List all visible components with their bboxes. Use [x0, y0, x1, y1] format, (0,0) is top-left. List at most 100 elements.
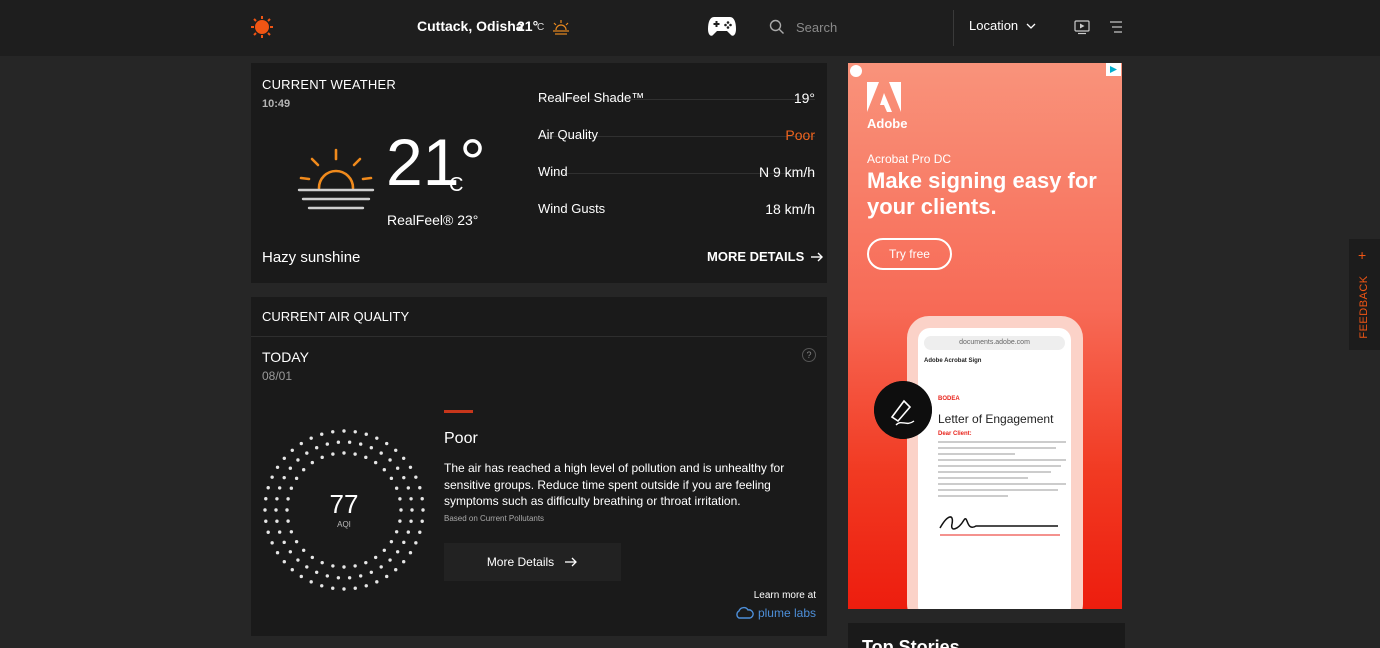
- location-dropdown-button[interactable]: Location: [969, 18, 1036, 33]
- ad-doc-title: Letter of Engagement: [938, 412, 1054, 426]
- aqi-ring-dot: [288, 550, 293, 554]
- aqi-ring-dot: [301, 467, 306, 472]
- aqi-ring-dot: [309, 436, 313, 440]
- accuweather-logo-icon[interactable]: [250, 15, 274, 39]
- detail-row-air-quality[interactable]: Air Quality Poor: [538, 100, 815, 143]
- aqi-ring-dot: [294, 476, 299, 481]
- aqi-ring-dot: [309, 580, 313, 584]
- aqi-ring-dot: [331, 430, 335, 434]
- aqi-ring-dot: [289, 486, 294, 490]
- aqi-ring-dot: [409, 497, 413, 501]
- aqi-ring-dot: [266, 486, 270, 490]
- aqi-ring-dot: [406, 530, 411, 534]
- aqi-ring-dot: [336, 576, 341, 580]
- button-label: More Details: [486, 555, 555, 569]
- chevron-down-icon: [1026, 23, 1036, 29]
- aqi-ring-dot: [342, 565, 346, 569]
- hamburger-menu-icon[interactable]: [1109, 20, 1123, 34]
- aqi-ring-dot: [331, 564, 335, 568]
- aqi-ring-dot: [325, 442, 330, 446]
- aqi-ring-dot: [342, 429, 346, 433]
- current-location-name[interactable]: Cuttack, Odisha: [417, 18, 524, 34]
- ad-app-header: Adobe Acrobat Sign: [924, 358, 982, 364]
- aqi-ring-dot: [290, 568, 294, 572]
- aqi-category-bar: [444, 410, 473, 413]
- aqi-ring-dot: [409, 519, 413, 523]
- feedback-label: FEEDBACK: [1358, 275, 1370, 339]
- plume-labs-link[interactable]: plume labs: [734, 606, 816, 620]
- aqi-ring-dot: [402, 560, 406, 564]
- aqi-ring-dot: [420, 497, 424, 501]
- aqi-ring-dot: [305, 451, 309, 455]
- aqi-unit: AQI: [337, 520, 351, 529]
- aqi-ring-dot: [331, 586, 335, 590]
- card-divider: [251, 336, 827, 337]
- detail-label: Wind Gusts: [538, 201, 606, 216]
- plume-labs-label: plume labs: [757, 606, 816, 620]
- aqi-ring-dot: [347, 440, 352, 444]
- top-stories-heading: Top Stories: [862, 637, 960, 648]
- aqi-ring-dot: [394, 448, 398, 452]
- aqi-ring-dot: [414, 541, 418, 545]
- help-icon[interactable]: ?: [802, 348, 816, 362]
- aqi-ring-dot: [353, 586, 357, 590]
- aqi-ring-dot: [296, 458, 300, 462]
- ad-choices-icon[interactable]: [850, 65, 862, 77]
- header-temperature-unit: C: [537, 22, 545, 33]
- aqi-ring-dot: [282, 475, 286, 480]
- aqi-ring-dot: [406, 486, 411, 490]
- arrow-right-icon: [811, 252, 824, 261]
- aqi-category: Poor: [444, 430, 478, 447]
- aqi-ring-dot: [266, 530, 270, 534]
- ad-doc-brand: BODEA: [938, 396, 960, 402]
- aqi-ring-dot: [369, 570, 374, 574]
- aqi-ring-dot: [286, 519, 290, 523]
- aqi-ring-dot: [282, 560, 286, 564]
- aqi-ring-dot: [388, 458, 392, 462]
- aqi-ring-dot: [264, 519, 268, 523]
- current-weather-card[interactable]: CURRENT WEATHER 10:49 21° C RealFeel® 23…: [251, 63, 827, 283]
- more-details-link[interactable]: MORE DETAILS: [707, 249, 824, 264]
- aqi-ring-dot: [395, 550, 400, 554]
- header-divider: [953, 10, 954, 46]
- ad-info-icon[interactable]: [1106, 63, 1121, 76]
- aqi-ring-dot: [289, 530, 294, 534]
- cloud-icon: [736, 606, 754, 619]
- aqi-ring-dot: [275, 497, 279, 501]
- aqi-ring-dot: [408, 551, 413, 555]
- video-icon[interactable]: [1074, 19, 1090, 35]
- game-controller-icon[interactable]: [707, 13, 737, 39]
- aqi-ring-dot: [402, 540, 406, 545]
- top-stories-card: Top Stories: [848, 623, 1125, 648]
- aqi-ring-dot: [347, 576, 352, 580]
- adobe-logo-icon: [867, 82, 901, 112]
- aqi-ring-dot: [310, 555, 315, 560]
- aqi-ring-dot: [274, 508, 278, 512]
- aqi-ring-dot: [275, 519, 279, 523]
- header-temperature[interactable]: 21°: [517, 18, 538, 34]
- aqi-ring-dot: [314, 570, 319, 574]
- aqi-ring-dot: [382, 548, 387, 553]
- aqi-ring-dot: [420, 519, 424, 523]
- aqi-ring-dot: [402, 475, 406, 480]
- aqi-ring-dot: [353, 452, 357, 456]
- feedback-tab[interactable]: + FEEDBACK: [1349, 239, 1380, 350]
- ad-brand-name: Adobe: [867, 116, 908, 131]
- ad-try-free-button[interactable]: Try free: [867, 238, 952, 270]
- aqi-ring-dot: [373, 460, 378, 465]
- aqi-ring-dot: [398, 519, 402, 523]
- aqi-ring-dot: [353, 564, 357, 568]
- search-icon[interactable]: [769, 19, 785, 35]
- aqi-ring-dot: [375, 436, 379, 440]
- aqi-ring-dot: [364, 584, 368, 588]
- detail-row-realfeel-shade: RealFeel Shade™ 19°: [538, 63, 815, 106]
- search-input[interactable]: [796, 17, 946, 37]
- air-quality-more-details-button[interactable]: More Details: [444, 543, 621, 581]
- current-weather-time: 10:49: [262, 98, 291, 110]
- aqi-ring-dot: [408, 465, 413, 469]
- adobe-advertisement[interactable]: Adobe Acrobat Pro DC Make signing easy f…: [848, 63, 1122, 609]
- air-quality-date: 08/01: [262, 369, 293, 383]
- aqi-ring-dot: [414, 475, 418, 479]
- arrow-right-icon: [565, 557, 578, 567]
- aqi-ring-dot: [320, 455, 324, 460]
